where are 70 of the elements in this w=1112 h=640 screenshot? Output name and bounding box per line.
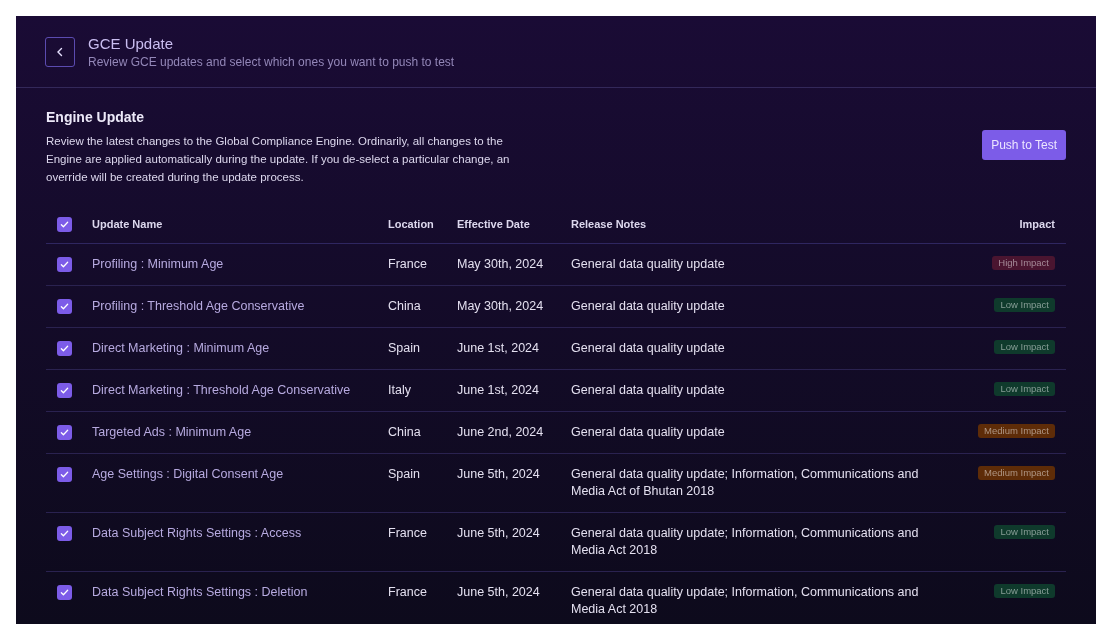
release-notes: General data quality update [571, 382, 726, 399]
check-icon [60, 529, 69, 538]
check-icon [60, 220, 69, 229]
effective-date: June 1st, 2024 [457, 382, 540, 399]
update-name: Direct Marketing : Threshold Age Conservative [92, 382, 352, 399]
checkbox[interactable] [57, 257, 72, 272]
update-name: Direct Marketing : Minimum Age [92, 340, 271, 357]
location: China [388, 424, 422, 441]
check-icon [60, 588, 69, 597]
effective-date: June 5th, 2024 [457, 466, 541, 483]
release-notes: General data quality update [571, 340, 726, 357]
section-title: Engine Update [46, 108, 145, 127]
effective-date: June 5th, 2024 [457, 525, 541, 542]
checkbox[interactable] [57, 585, 72, 600]
column-header: Impact [1019, 217, 1055, 233]
push-to-test-button[interactable]: Push to Test [982, 130, 1066, 160]
effective-date: May 30th, 2024 [457, 256, 545, 273]
impact-badge: High Impact [992, 256, 1055, 270]
effective-date: June 2nd, 2024 [457, 424, 545, 441]
impact-badge: Low Impact [994, 584, 1055, 598]
location: France [388, 525, 428, 542]
release-notes: General data quality update [571, 256, 726, 273]
location: Spain [388, 466, 421, 483]
check-icon [60, 386, 69, 395]
impact-badge: Low Impact [994, 340, 1055, 354]
release-notes: General data quality update; Information, Communications and Media Act 2018 [571, 525, 920, 559]
release-notes: General data quality update [571, 424, 726, 441]
effective-date: May 30th, 2024 [457, 298, 545, 315]
impact-badge: Medium Impact [978, 466, 1055, 480]
impact-badge: Medium Impact [978, 424, 1055, 438]
column-header: Location [388, 217, 435, 233]
chevron-left-icon [56, 46, 64, 57]
release-notes: General data quality update [571, 298, 726, 315]
update-name: Data Subject Rights Settings : Deletion [92, 584, 309, 601]
column-header: Update Name [92, 217, 164, 233]
impact-badge: Low Impact [994, 298, 1055, 312]
checkbox[interactable] [57, 299, 72, 314]
location: Italy [388, 382, 412, 399]
impact-badge: Low Impact [994, 382, 1055, 396]
checkbox[interactable] [57, 383, 72, 398]
update-name: Data Subject Rights Settings : Access [92, 525, 303, 542]
checkbox[interactable] [57, 425, 72, 440]
check-icon [60, 428, 69, 437]
section-description: Review the latest changes to the Global Compliance Engine. Ordinarily, all changes to the Engine are applied automatically during the update. If you de-select a particular change, an override will be created during the update process. [46, 134, 511, 185]
checkbox[interactable] [57, 341, 72, 356]
location: Spain [388, 340, 421, 357]
check-icon [60, 470, 69, 479]
location: China [388, 298, 422, 315]
location: France [388, 584, 428, 601]
location: France [388, 256, 428, 273]
impact-badge: Low Impact [994, 525, 1055, 539]
check-icon [60, 260, 69, 269]
column-header: Release Notes [571, 217, 648, 233]
update-name: Profiling : Threshold Age Conservative [92, 298, 306, 315]
page-title: GCE Update [88, 33, 175, 54]
update-name: Profiling : Minimum Age [92, 256, 225, 273]
checkbox[interactable] [57, 217, 72, 232]
release-notes: General data quality update; Information, Communications and Media Act of Bhutan 2018 [571, 466, 920, 500]
checkbox[interactable] [57, 526, 72, 541]
update-name: Age Settings : Digital Consent Age [92, 466, 285, 483]
release-notes: General data quality update; Information, Communications and Media Act 2018 [571, 584, 920, 618]
check-icon [60, 344, 69, 353]
effective-date: June 5th, 2024 [457, 584, 541, 601]
page-subtitle: Review GCE updates and select which ones you want to push to test [88, 53, 455, 70]
checkbox[interactable] [57, 467, 72, 482]
back-button[interactable] [45, 36, 75, 67]
column-header: Effective Date [457, 217, 531, 233]
update-name: Targeted Ads : Minimum Age [92, 424, 253, 441]
effective-date: June 1st, 2024 [457, 340, 540, 357]
check-icon [60, 302, 69, 311]
